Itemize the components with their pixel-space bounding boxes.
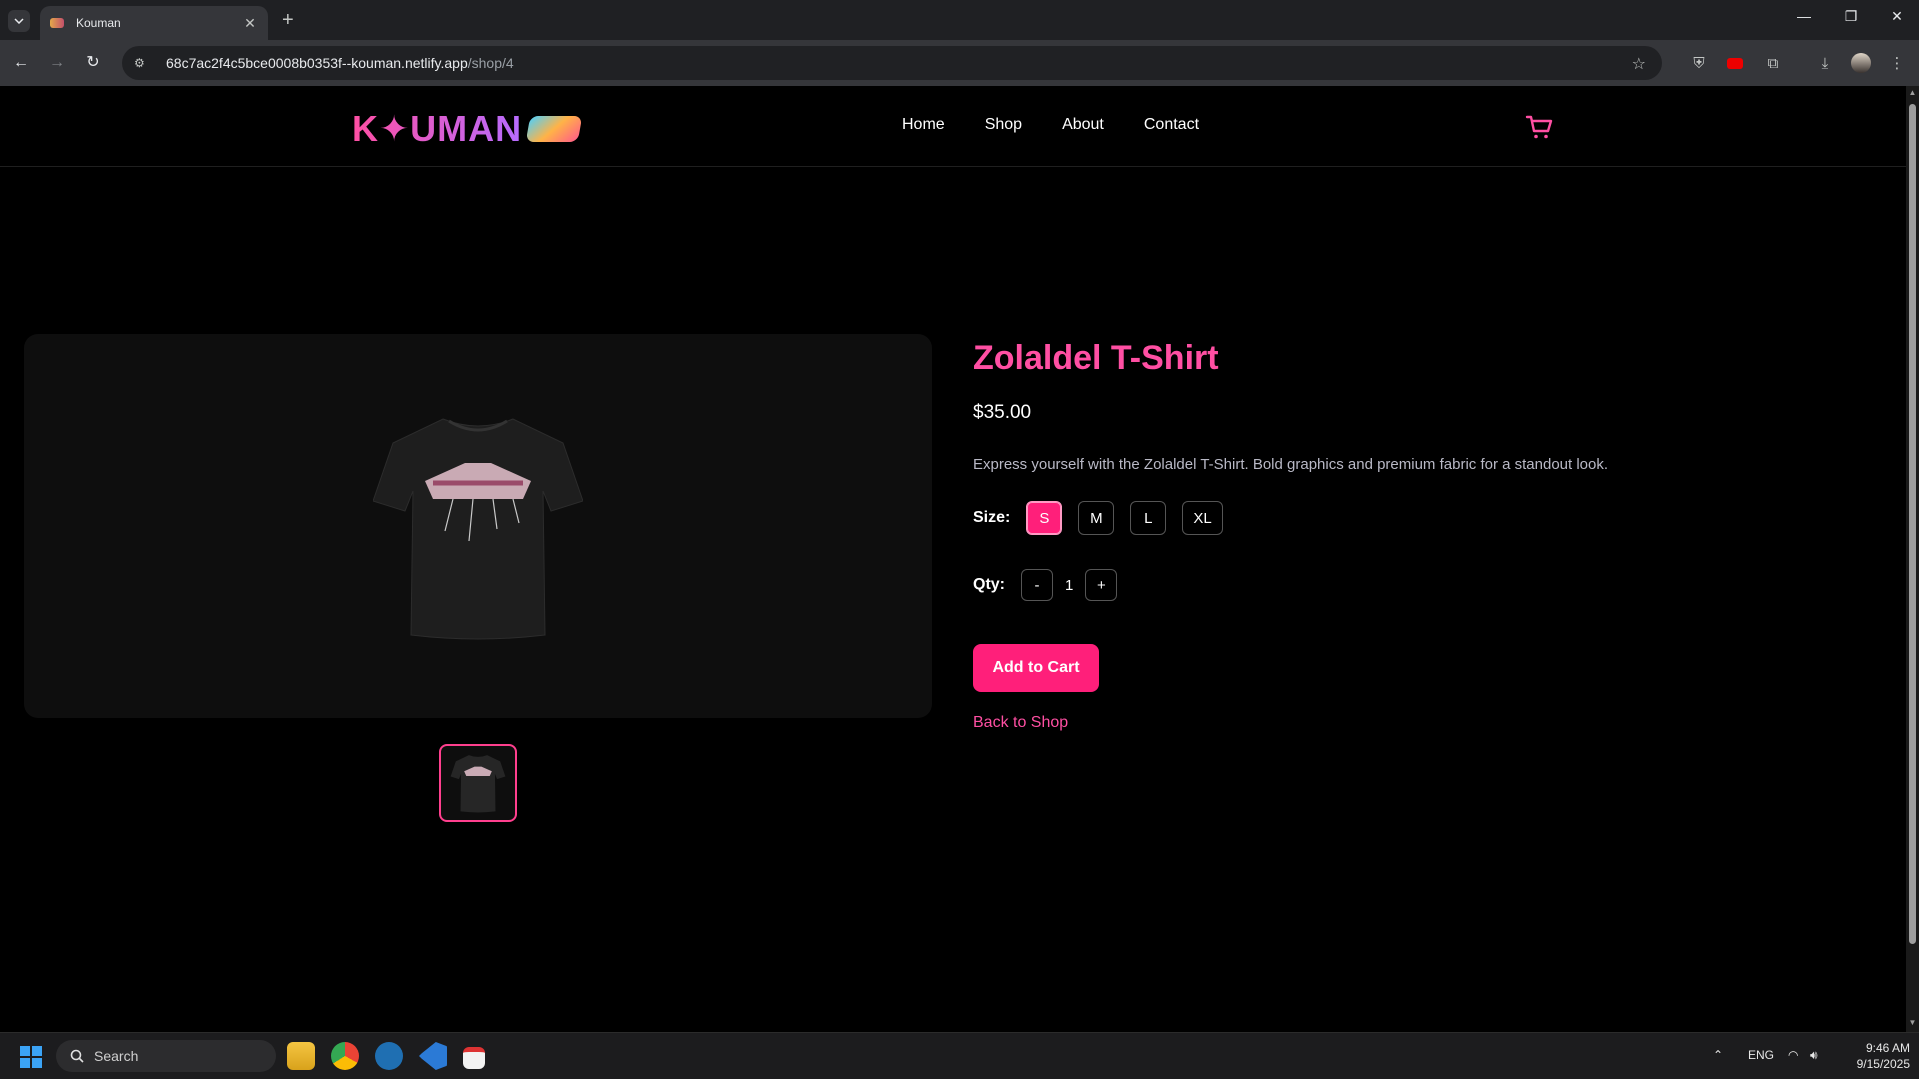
wifi-icon[interactable]: ◠ <box>1788 1048 1798 1062</box>
logo-graffiti-icon <box>525 116 583 142</box>
shopping-cart-icon[interactable] <box>1524 112 1554 142</box>
new-tab-button[interactable]: + <box>282 9 294 31</box>
size-label: Size: <box>973 509 1011 526</box>
minimize-window-icon[interactable]: — <box>1789 8 1819 24</box>
taskbar-search[interactable]: Search <box>56 1040 276 1072</box>
product-title: Zolaldel T-Shirt <box>973 339 1219 377</box>
file-explorer-icon[interactable] <box>287 1042 315 1070</box>
windows-taskbar: Search ⌃ ENG ◠ 🔊︎ 9:46 AM 9/15/2025 <box>0 1032 1919 1079</box>
youtube-extension-icon[interactable] <box>1724 52 1746 74</box>
profile-avatar-icon[interactable] <box>1850 52 1872 74</box>
reload-icon[interactable]: ↻ <box>82 52 104 74</box>
qty-increase-button[interactable]: + <box>1085 569 1118 601</box>
browser-tab-active[interactable]: Kouman ✕ <box>40 6 268 40</box>
close-tab-icon[interactable]: ✕ <box>242 15 258 32</box>
chevron-down-icon <box>14 18 24 24</box>
site-logo[interactable]: K✦UMAN <box>352 108 583 150</box>
browser-tab-bar: Kouman ✕ + — ❐ ✕ <box>0 0 1919 40</box>
clock-time: 9:46 AM <box>1865 1041 1910 1055</box>
scroll-down-icon[interactable]: ▼ <box>1908 1018 1917 1027</box>
scrollbar-thumb[interactable] <box>1909 104 1916 944</box>
shield-extension-icon[interactable]: ⛨ <box>1688 52 1710 74</box>
bookmark-star-icon[interactable]: ☆ <box>1632 54 1646 74</box>
back-to-shop-link[interactable]: Back to Shop <box>973 714 1068 732</box>
page-content: K✦UMAN Home Shop About Contact Zolaldel … <box>0 86 1906 1032</box>
close-window-icon[interactable]: ✕ <box>1882 8 1912 25</box>
url-host: 68c7ac2f4c5bce0008b0353f--kouman.netlify… <box>166 55 468 71</box>
vscode-icon[interactable] <box>419 1042 447 1070</box>
browser-menu-icon[interactable]: ⋮ <box>1886 52 1908 74</box>
product-price: $35.00 <box>973 402 1032 423</box>
windows-start-icon[interactable] <box>20 1046 42 1068</box>
url-path: /shop/4 <box>467 55 514 71</box>
taskbar-search-placeholder: Search <box>94 1048 139 1064</box>
tshirt-image <box>373 418 583 640</box>
nav-about-link[interactable]: About <box>1062 116 1104 134</box>
address-bar[interactable]: ⚙ 68c7ac2f4c5bce0008b0353f--kouman.netli… <box>122 46 1662 80</box>
product-thumbnail[interactable] <box>439 744 517 822</box>
product-info: Zolaldel T-Shirt $35.00 Express yourself… <box>973 336 1873 731</box>
nav-shop-link[interactable]: Shop <box>985 116 1022 134</box>
tab-title: Kouman <box>76 16 121 30</box>
back-arrow-icon[interactable]: ← <box>10 52 32 74</box>
search-icon <box>70 1049 84 1063</box>
browser-toolbar: ← → ↻ ⚙ 68c7ac2f4c5bce0008b0353f--kouman… <box>0 40 1919 86</box>
size-option-s[interactable]: S <box>1026 501 1063 535</box>
site-settings-icon[interactable]: ⚙ <box>134 56 152 70</box>
tab-search-button[interactable] <box>8 10 30 32</box>
nav-contact-link[interactable]: Contact <box>1144 116 1199 134</box>
forward-arrow-icon[interactable]: → <box>46 52 68 74</box>
site-header: K✦UMAN Home Shop About Contact <box>0 86 1906 167</box>
download-icon[interactable]: ⤓ <box>1814 52 1836 74</box>
nav-home-link[interactable]: Home <box>902 116 945 134</box>
language-indicator[interactable]: ENG <box>1748 1048 1774 1062</box>
vimeo-app-icon[interactable] <box>375 1042 403 1070</box>
show-hidden-icons-icon[interactable]: ⌃ <box>1713 1048 1723 1062</box>
page-scrollbar[interactable]: ▲ ▼ <box>1906 86 1919 1032</box>
size-option-l[interactable]: L <box>1130 501 1167 535</box>
restore-window-icon[interactable]: ❐ <box>1836 8 1866 25</box>
qty-value: 1 <box>1065 576 1074 594</box>
size-option-m[interactable]: M <box>1078 501 1115 535</box>
chrome-icon[interactable] <box>331 1042 359 1070</box>
taskbar-clock[interactable]: 9:46 AM 9/15/2025 <box>1830 1040 1910 1072</box>
main-nav: Home Shop About Contact <box>902 116 1199 134</box>
product-image-panel <box>24 334 932 718</box>
site-favicon-icon <box>50 18 64 28</box>
add-to-cart-button[interactable]: Add to Cart <box>973 644 1099 692</box>
qty-decrease-button[interactable]: - <box>1021 569 1053 601</box>
quantity-stepper: Qty: - 1 + <box>973 569 1118 601</box>
logo-text: K✦UMAN <box>352 108 523 149</box>
qty-label: Qty: <box>973 576 1005 593</box>
extensions-puzzle-icon[interactable]: ⧉ <box>1762 52 1784 74</box>
scroll-up-icon[interactable]: ▲ <box>1908 88 1917 97</box>
tshirt-thumbnail-image <box>450 755 506 813</box>
size-selector: Size: S M L XL <box>973 501 1239 535</box>
clock-date: 9/15/2025 <box>1856 1057 1910 1071</box>
snipping-tool-icon[interactable] <box>463 1047 485 1069</box>
product-description: Express yourself with the Zolaldel T-Shi… <box>973 456 1609 473</box>
volume-icon[interactable]: 🔊︎ <box>1810 1048 1818 1063</box>
size-option-xl[interactable]: XL <box>1182 501 1223 535</box>
